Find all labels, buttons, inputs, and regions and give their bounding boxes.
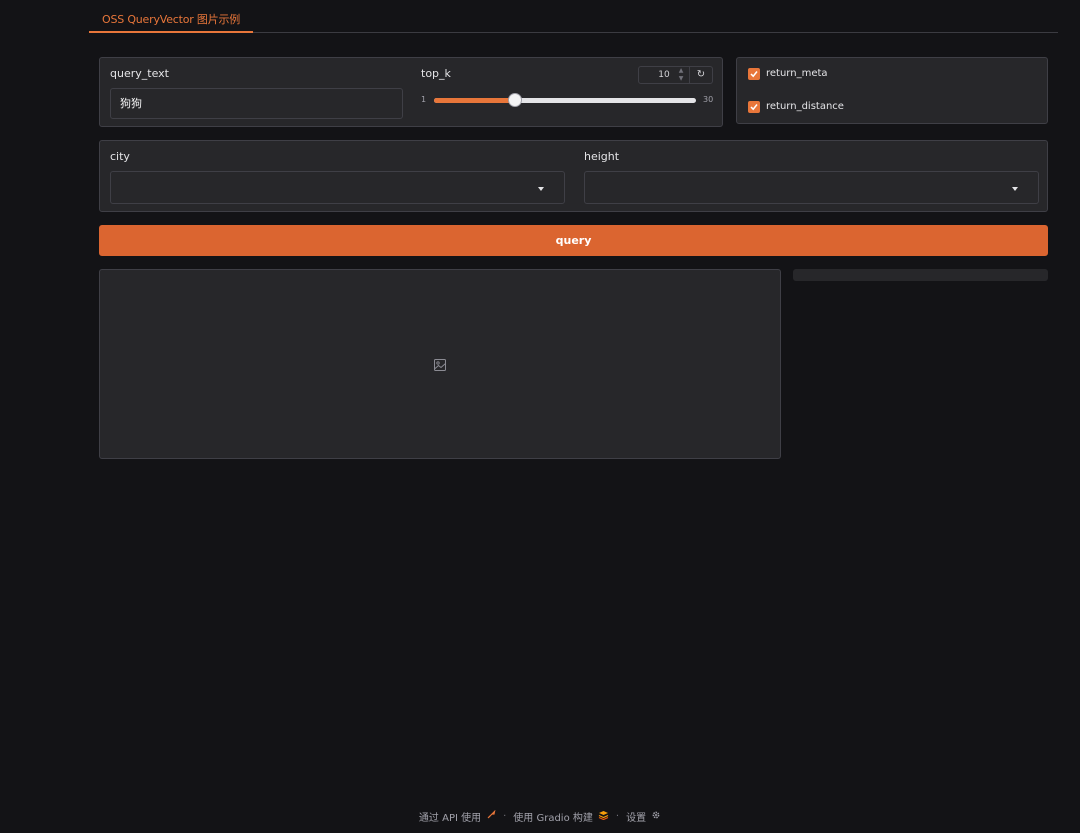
city-dropdown[interactable] xyxy=(110,171,565,204)
query-text-label: query_text xyxy=(110,67,169,80)
api-link[interactable]: 通过 API 使用 xyxy=(419,809,481,824)
image-output xyxy=(99,269,781,459)
footer: 通过 API 使用 · 使用 Gradio 构建 · 设置 xyxy=(0,808,1080,824)
top-k-min: 1 xyxy=(421,95,427,104)
return-meta-checkbox[interactable] xyxy=(748,68,760,80)
gear-icon xyxy=(651,810,661,823)
footer-separator: · xyxy=(503,810,507,822)
top-k-label: top_k xyxy=(421,67,451,80)
image-icon xyxy=(434,359,446,371)
options-panel: return_meta return_distance xyxy=(736,57,1048,124)
gradio-link[interactable]: 使用 Gradio 构建 xyxy=(513,809,593,824)
return-meta-label: return_meta xyxy=(766,68,828,79)
settings-link[interactable]: 设置 xyxy=(626,809,646,824)
top-k-slider-thumb[interactable] xyxy=(508,93,523,107)
top-k-spinner-icon[interactable]: ▲ ▼ xyxy=(677,67,685,83)
top-k-slider-fill xyxy=(434,98,516,103)
gradio-logo-icon xyxy=(598,810,609,823)
chevron-down-icon xyxy=(1012,187,1018,191)
check-icon xyxy=(750,104,758,111)
rocket-icon xyxy=(486,809,496,823)
footer-separator: · xyxy=(615,810,620,822)
query-panel: query_text 狗狗 top_k 10 ▲ ▼ ↻ 1 30 xyxy=(99,57,723,127)
tab-bar: OSS QueryVector 图片示例 xyxy=(89,0,1058,33)
query-text-input[interactable]: 狗狗 xyxy=(110,88,403,119)
filters-panel: city height xyxy=(99,140,1048,212)
tab-oss-queryvector[interactable]: OSS QueryVector 图片示例 xyxy=(89,0,254,33)
height-label: height xyxy=(584,150,620,163)
reset-icon[interactable]: ↻ xyxy=(690,66,713,84)
json-output xyxy=(793,269,1048,281)
city-label: city xyxy=(110,150,130,163)
top-k-max: 30 xyxy=(703,95,714,104)
top-k-slider-track[interactable] xyxy=(434,98,696,103)
chevron-down-icon xyxy=(538,187,544,191)
return-distance-label: return_distance xyxy=(766,101,844,112)
height-dropdown[interactable] xyxy=(584,171,1039,204)
check-icon xyxy=(750,71,758,78)
query-button[interactable]: query xyxy=(99,225,1048,256)
return-distance-checkbox[interactable] xyxy=(748,101,760,113)
